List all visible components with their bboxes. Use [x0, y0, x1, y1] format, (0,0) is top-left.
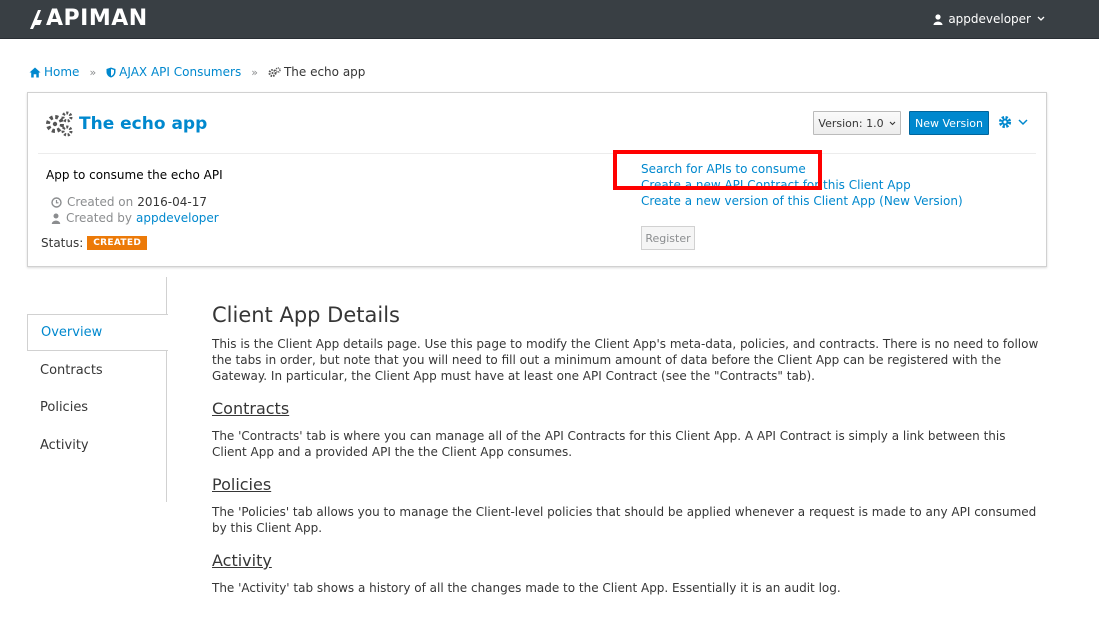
user-icon	[933, 13, 943, 25]
created-by-link[interactable]: appdeveloper	[136, 211, 219, 225]
new-version-button[interactable]: New Version	[909, 111, 989, 135]
user-menu[interactable]: appdeveloper	[933, 12, 1045, 26]
new-contract-link[interactable]: Create a new API Contract for this Clien…	[641, 177, 963, 193]
shield-icon	[106, 67, 116, 77]
breadcrumb-separator: »	[251, 65, 258, 79]
status-row: Status: CREATED	[41, 236, 148, 250]
tab-policies[interactable]: Policies	[27, 389, 167, 426]
clock-icon	[51, 196, 62, 208]
top-navbar: APIMAN appdeveloper	[0, 0, 1099, 39]
breadcrumb-separator: »	[89, 65, 97, 79]
page-title: Client App Details	[212, 303, 400, 327]
chevron-down-icon	[889, 121, 895, 125]
user-icon	[51, 213, 61, 224]
apiman-logo[interactable]: APIMAN	[28, 7, 148, 31]
created-by-label: Created by	[66, 211, 133, 225]
contracts-text: The 'Contracts' tab is where you can man…	[212, 429, 1006, 459]
status-badge: CREATED	[87, 236, 148, 250]
version-dropdown[interactable]: Version: 1.0	[813, 111, 901, 135]
settings-menu[interactable]	[998, 115, 1028, 129]
breadcrumb-org-label: AJAX API Consumers	[119, 65, 242, 79]
tab-activity[interactable]: Activity	[27, 427, 167, 464]
version-label: Version: 1.0	[818, 116, 884, 130]
user-name: appdeveloper	[948, 12, 1031, 26]
created-on-row: Created on 2016-04-17	[51, 195, 207, 209]
activity-text: The 'Activity' tab shows a history of al…	[212, 581, 841, 595]
tab-overview[interactable]: Overview	[27, 314, 168, 351]
created-on-label: Created on	[67, 195, 134, 209]
logo-text: APIMAN	[46, 6, 148, 31]
contracts-heading: Contracts	[212, 399, 290, 418]
created-on-value: 2016-04-17	[137, 195, 208, 209]
app-description: App to consume the echo API	[46, 168, 223, 182]
logo-mark-icon	[30, 10, 42, 29]
app-gears-icon	[46, 111, 73, 137]
tab-contracts[interactable]: Contracts	[27, 352, 167, 389]
actions-list: Search for APIs to consume Create a new …	[641, 161, 963, 209]
breadcrumb-org[interactable]: AJAX API Consumers	[106, 65, 241, 79]
breadcrumb-current-label: The echo app	[283, 65, 366, 79]
status-label: Status:	[41, 236, 84, 250]
app-title: The echo app	[79, 114, 208, 134]
breadcrumb-home[interactable]: Home	[29, 65, 79, 79]
app-header-card: The echo app Version: 1.0 New Version Ap…	[27, 92, 1047, 267]
policies-heading: Policies	[212, 475, 272, 494]
breadcrumb: Home » AJAX API Consumers » The echo app	[29, 65, 365, 79]
breadcrumb-current: The echo app	[268, 65, 365, 79]
home-icon	[29, 67, 41, 77]
chevron-down-icon	[1018, 118, 1028, 125]
search-apis-link[interactable]: Search for APIs to consume	[641, 161, 963, 177]
register-button[interactable]: Register	[641, 226, 695, 250]
intro-text: This is the Client App details page. Use…	[212, 337, 1039, 383]
gears-icon	[268, 66, 281, 77]
activity-heading: Activity	[212, 551, 272, 570]
card-divider	[38, 153, 1036, 154]
gear-icon	[998, 115, 1012, 129]
chevron-down-icon	[1037, 16, 1045, 21]
side-tabs: Overview Contracts Policies Activity	[27, 277, 168, 502]
created-by-row: Created by appdeveloper	[51, 211, 219, 225]
breadcrumb-home-label: Home	[44, 65, 80, 79]
main-content: Client App Details This is the Client Ap…	[212, 302, 1042, 596]
policies-text: The 'Policies' tab allows you to manage …	[212, 505, 1037, 535]
card-header: The echo app Version: 1.0 New Version	[28, 93, 1046, 153]
new-version-link[interactable]: Create a new version of this Client App …	[641, 193, 963, 209]
